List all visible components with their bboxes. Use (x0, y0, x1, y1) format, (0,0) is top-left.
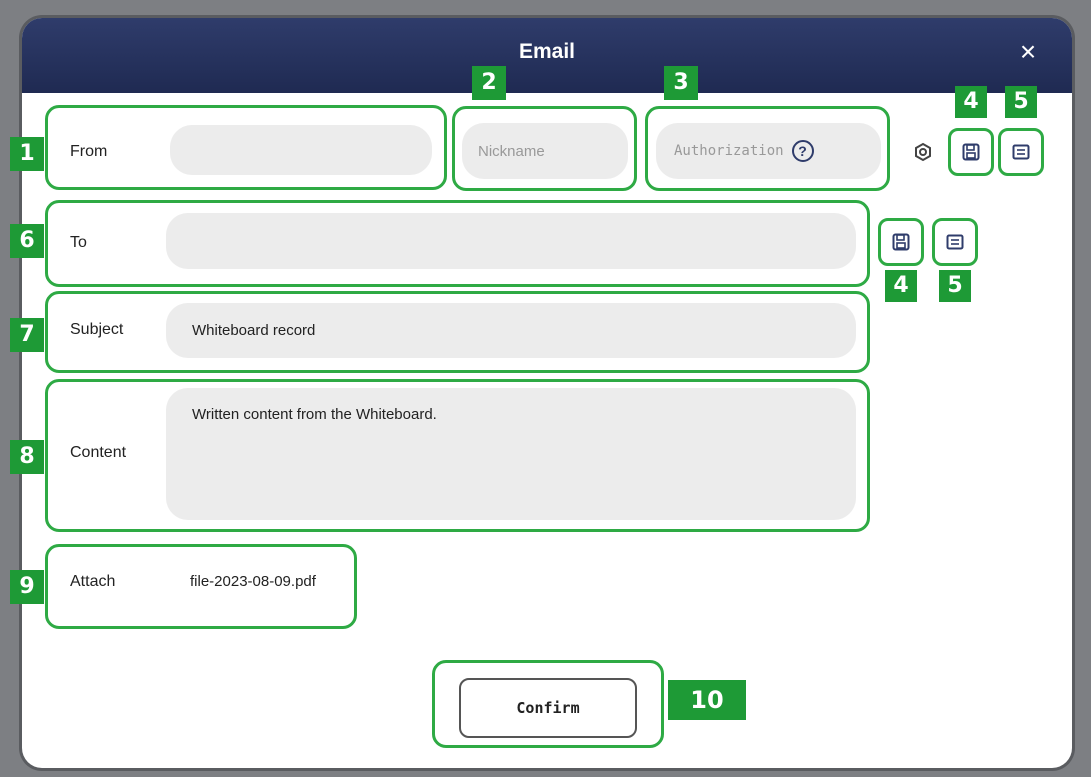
close-icon[interactable]: × (1014, 38, 1042, 66)
badge-list-to: 5 (939, 270, 971, 302)
subject-label: Subject (70, 321, 124, 338)
badge-authorization: 3 (664, 66, 698, 100)
from-input[interactable] (170, 125, 432, 175)
badge-attach: 9 (10, 570, 44, 604)
badge-nickname: 2 (472, 66, 506, 100)
badge-confirm: 10 (668, 680, 746, 720)
contact-list-to-icon[interactable] (940, 227, 970, 257)
help-icon[interactable]: ? (791, 140, 814, 162)
save-icon[interactable] (956, 137, 986, 167)
dialog-titlebar: Email × (22, 18, 1072, 93)
to-input[interactable] (166, 213, 856, 269)
settings-icon[interactable] (908, 137, 938, 167)
attach-label: Attach (70, 573, 116, 590)
authorization-placeholder: Authorization (674, 143, 784, 159)
subject-input[interactable]: Whiteboard record (166, 303, 856, 358)
badge-from: 1 (10, 137, 44, 171)
badge-list-top: 5 (1005, 86, 1037, 118)
badge-content: 8 (10, 440, 44, 474)
contact-list-icon[interactable] (1006, 137, 1036, 167)
badge-save-to: 4 (885, 270, 917, 302)
authorization-input[interactable]: Authorization ? (656, 123, 881, 179)
content-label: Content (70, 444, 127, 461)
from-label: From (70, 143, 108, 160)
help-glyph: ? (798, 143, 807, 159)
badge-subject: 7 (10, 318, 44, 352)
save-to-icon[interactable] (886, 227, 916, 257)
confirm-button[interactable]: Confirm (459, 678, 637, 738)
content-textarea[interactable]: Written content from the Whiteboard. (166, 388, 856, 520)
badge-save-top: 4 (955, 86, 987, 118)
nickname-input[interactable]: Nickname (462, 123, 628, 179)
attachment-filename[interactable]: file-2023-08-09.pdf (190, 573, 316, 590)
dialog-title: Email (518, 40, 576, 63)
to-label: To (70, 234, 87, 251)
badge-to: 6 (10, 224, 44, 258)
